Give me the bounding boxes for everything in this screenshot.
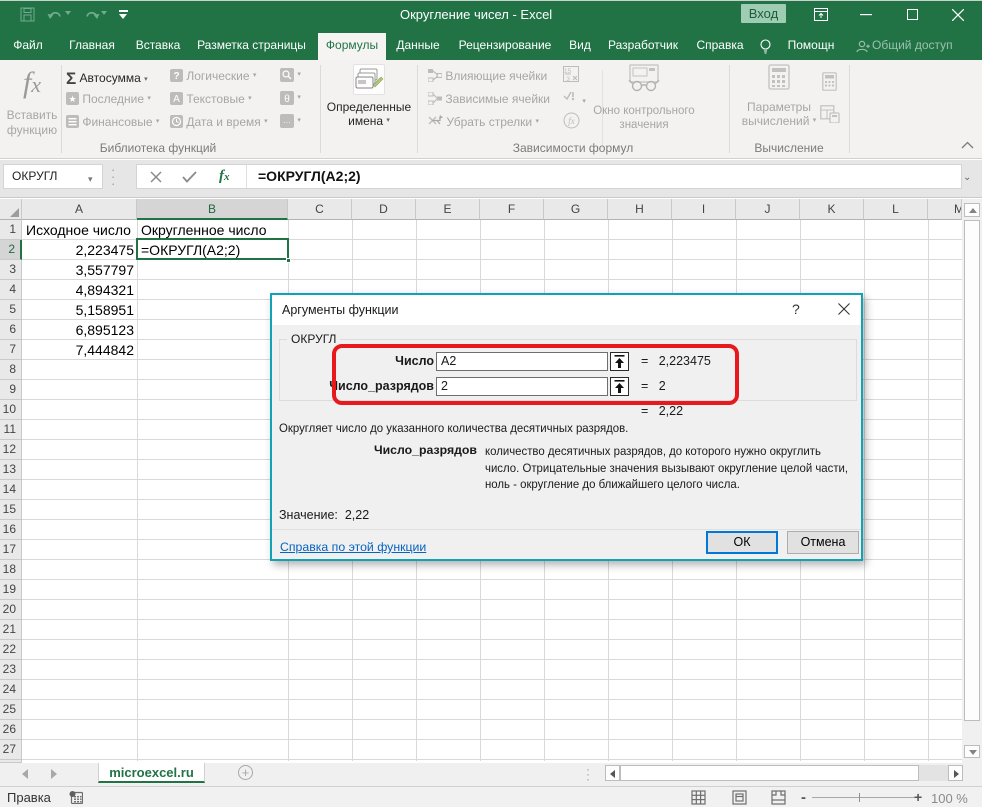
svg-text:3: 3	[566, 76, 570, 82]
svg-text:fx: fx	[568, 116, 575, 126]
svg-text:?: ?	[173, 71, 179, 82]
svg-text:θ: θ	[284, 94, 290, 105]
svg-text:…: …	[283, 116, 291, 125]
svg-text:★: ★	[68, 94, 76, 104]
svg-text:A: A	[173, 94, 180, 105]
